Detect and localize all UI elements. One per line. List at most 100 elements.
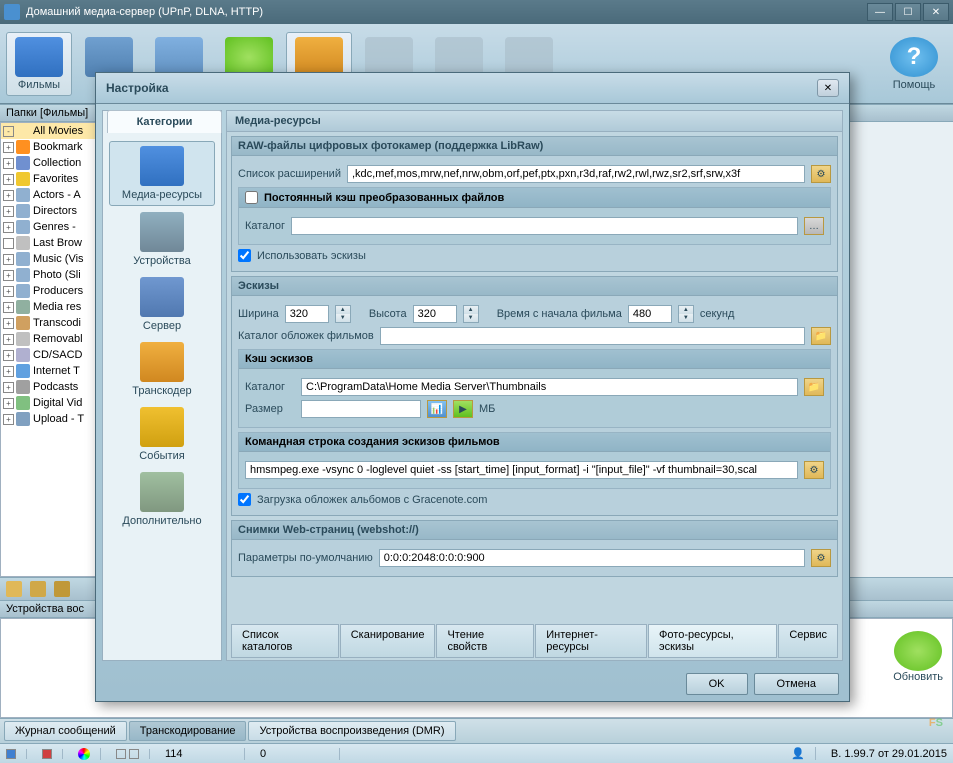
expand-icon[interactable]: + (3, 158, 14, 169)
folder-icon (16, 188, 30, 202)
tree-label: Transcodi (33, 317, 81, 329)
minimize-button[interactable]: — (867, 3, 893, 21)
gracenote-label: Загрузка обложек альбомов с Gracenote.co… (257, 494, 487, 506)
covers-input[interactable] (380, 327, 805, 345)
expand-icon[interactable]: + (3, 254, 14, 265)
tree-label: Digital Vid (33, 397, 82, 409)
cancel-button[interactable]: Отмена (754, 673, 839, 695)
edit-icon[interactable]: ⚙ (804, 461, 824, 479)
folder-icon (16, 284, 30, 298)
status-icon (6, 749, 16, 759)
folder-icon (16, 380, 30, 394)
tree-label: Last Brow (33, 237, 82, 249)
close-icon[interactable]: ✕ (817, 79, 839, 97)
spinner-buttons[interactable]: ▲▼ (335, 305, 351, 323)
expand-icon[interactable]: + (3, 350, 14, 361)
category-item[interactable]: События (109, 403, 215, 466)
maximize-button[interactable]: ☐ (895, 3, 921, 21)
tab-log[interactable]: Журнал сообщений (4, 721, 127, 741)
folder-action-icon[interactable] (30, 581, 46, 597)
category-item[interactable]: Транскодер (109, 338, 215, 401)
expand-icon[interactable]: + (3, 302, 14, 313)
use-thumbs-checkbox[interactable] (238, 249, 251, 262)
webshot-params-label: Параметры по-умолчанию (238, 552, 373, 564)
tree-label: Removabl (33, 333, 83, 345)
statusbar: 114 0 👤 В. 1.99.7 от 29.01.2015 (0, 743, 953, 763)
expand-icon[interactable] (3, 238, 14, 249)
settings-tab[interactable]: Фото-ресурсы, эскизы (648, 624, 777, 658)
calc-icon[interactable]: 📊 (427, 400, 447, 418)
expand-icon[interactable]: + (3, 222, 14, 233)
spinner-buttons[interactable]: ▲▼ (463, 305, 479, 323)
titlebar: Домашний медиа-сервер (UPnP, DLNA, HTTP)… (0, 0, 953, 24)
settings-tab[interactable]: Сервис (778, 624, 838, 658)
expand-icon[interactable]: + (3, 398, 14, 409)
expand-icon[interactable]: + (3, 190, 14, 201)
close-button[interactable]: ✕ (923, 3, 949, 21)
expand-icon[interactable]: + (3, 366, 14, 377)
refresh-icon[interactable]: ▶ (453, 400, 473, 418)
expand-icon[interactable]: + (3, 270, 14, 281)
category-icon (140, 472, 184, 512)
webshot-params-input[interactable] (379, 549, 805, 567)
folder-action-icon[interactable] (6, 581, 22, 597)
app-icon (4, 4, 20, 20)
browse-icon[interactable]: … (804, 217, 824, 235)
folder-icon (16, 204, 30, 218)
expand-icon[interactable]: + (3, 414, 14, 425)
cache-catalog-input[interactable] (301, 378, 798, 396)
cache-catalog-label: Каталог (245, 381, 295, 393)
edit-icon[interactable]: ⚙ (811, 165, 831, 183)
help-button[interactable]: ? Помощь (881, 32, 947, 96)
height-input[interactable] (413, 305, 457, 323)
films-tab[interactable]: Фильмы (6, 32, 72, 96)
refresh-panel[interactable]: Обновить (893, 631, 943, 683)
raw-catalog-input[interactable] (291, 217, 798, 235)
spinner-buttons[interactable]: ▲▼ (678, 305, 694, 323)
folder-icon (16, 316, 30, 330)
tool-icon-7 (435, 37, 483, 77)
expand-icon[interactable]: + (3, 334, 14, 345)
category-item[interactable]: Медиа-ресурсы (109, 141, 215, 206)
cache-size-input[interactable] (301, 400, 421, 418)
gracenote-checkbox[interactable] (238, 493, 251, 506)
category-item[interactable]: Сервер (109, 273, 215, 336)
dialog-title: Настройка (106, 81, 817, 95)
category-item[interactable]: Устройства (109, 208, 215, 271)
folder-action-icon[interactable] (54, 581, 70, 597)
expand-icon[interactable]: + (3, 142, 14, 153)
raw-catalog-label: Каталог (245, 220, 285, 232)
browse-folder-icon[interactable]: 📁 (804, 378, 824, 396)
user-icon: 👤 (791, 747, 805, 760)
category-label: Устройства (133, 255, 191, 267)
folder-icon (16, 412, 30, 426)
settings-tab[interactable]: Список каталогов (231, 624, 339, 658)
perm-cache-checkbox[interactable] (245, 191, 258, 204)
tab-transcode[interactable]: Транскодирование (129, 721, 247, 741)
expand-icon[interactable]: - (3, 126, 14, 137)
settings-tab[interactable]: Интернет-ресурсы (535, 624, 647, 658)
expand-icon[interactable]: + (3, 318, 14, 329)
expand-icon[interactable]: + (3, 206, 14, 217)
tab-dmr[interactable]: Устройства воспроизведения (DMR) (248, 721, 455, 741)
ok-button[interactable]: OK (686, 673, 748, 695)
expand-icon[interactable]: + (3, 382, 14, 393)
width-input[interactable] (285, 305, 329, 323)
cmdline-input[interactable] (245, 461, 798, 479)
cmdline-header: Командная строка создания эскизов фильмо… (239, 433, 830, 452)
expand-icon[interactable]: + (3, 174, 14, 185)
category-item[interactable]: Дополнительно (109, 468, 215, 531)
refresh-label: Обновить (893, 671, 943, 683)
ext-list-input[interactable] (347, 165, 805, 183)
settings-tab[interactable]: Чтение свойств (436, 624, 534, 658)
tree-label: Producers (33, 285, 83, 297)
settings-tab[interactable]: Сканирование (340, 624, 436, 658)
folder-icon (16, 236, 30, 250)
settings-dialog: Настройка ✕ Категории Медиа-ресурсыУстро… (95, 72, 850, 702)
browse-folder-icon[interactable]: 📁 (811, 327, 831, 345)
time-input[interactable] (628, 305, 672, 323)
category-icon (140, 342, 184, 382)
photo-icon (155, 37, 203, 77)
expand-icon[interactable]: + (3, 286, 14, 297)
edit-icon[interactable]: ⚙ (811, 549, 831, 567)
